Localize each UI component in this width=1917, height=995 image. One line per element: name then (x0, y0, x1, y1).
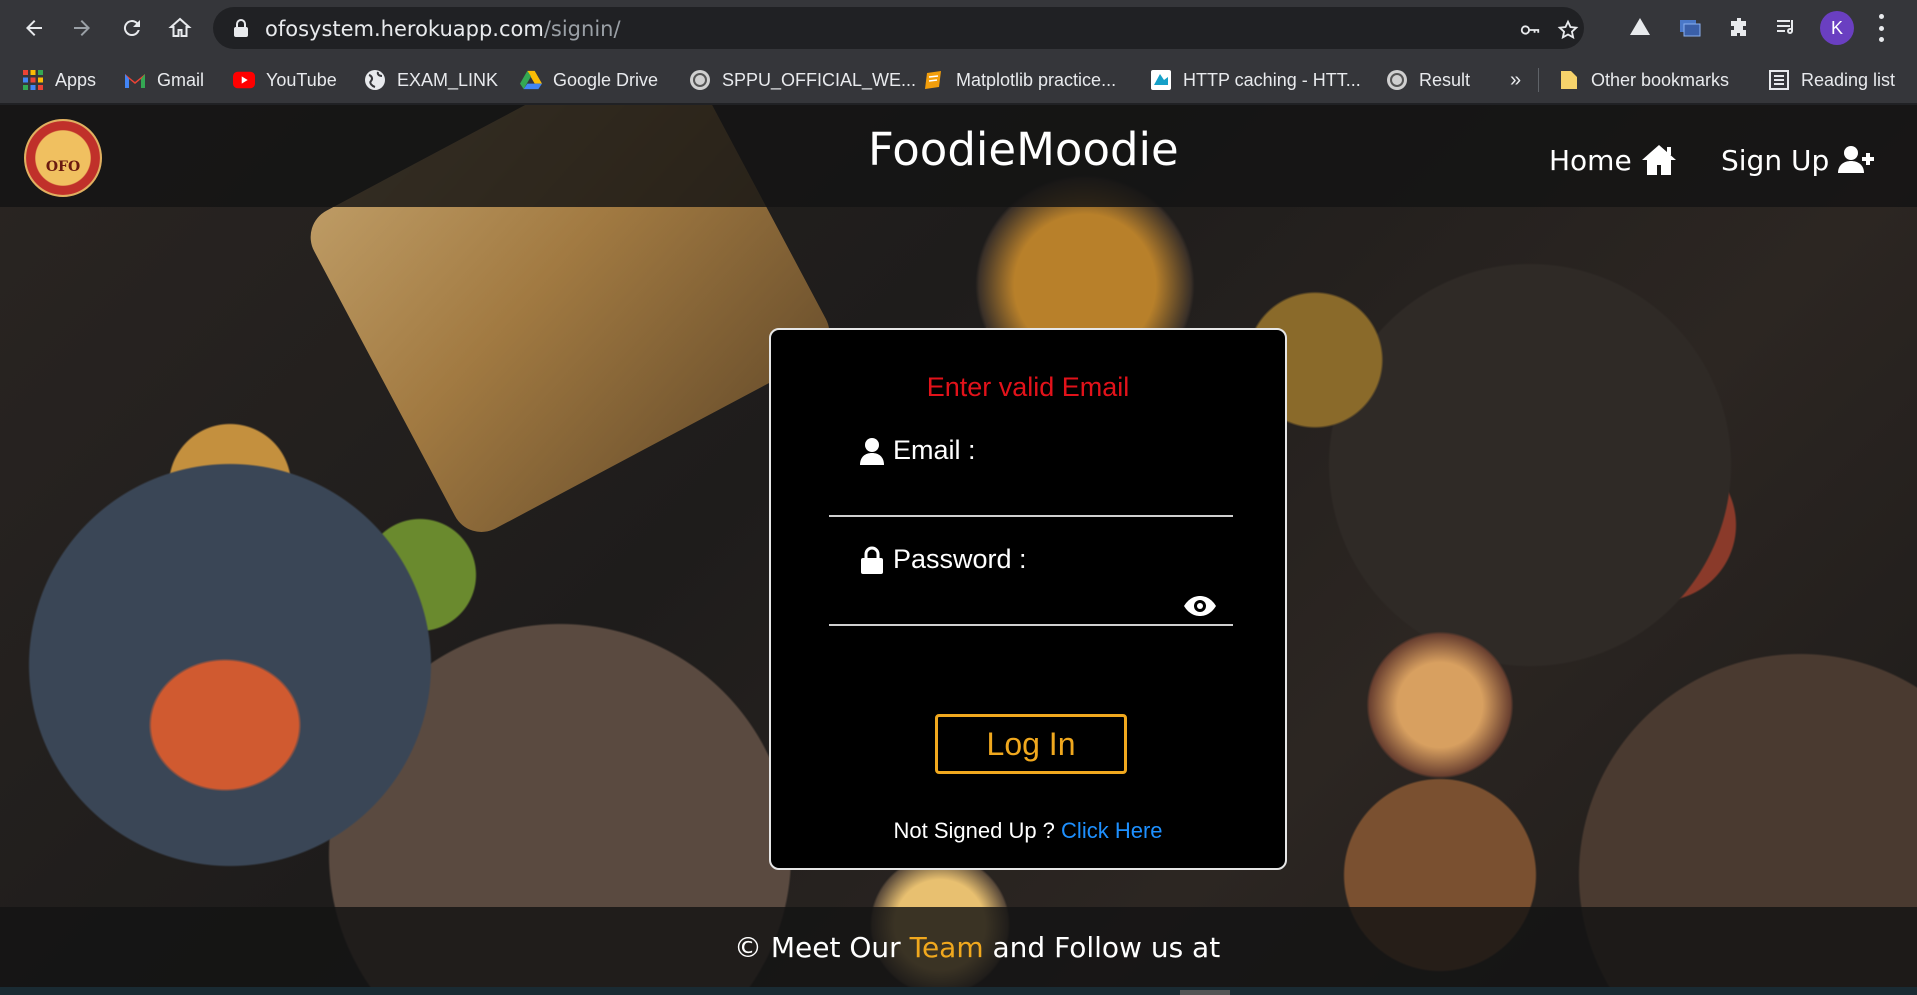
bookmark-label: Gmail (157, 69, 205, 90)
profile-avatar[interactable]: K (1820, 11, 1854, 45)
bookmark-label: Matplotlib practice... (956, 69, 1117, 90)
browser-toolbar: ofosystem.herokuapp.com/signin/ K (0, 0, 1917, 56)
media-queue-icon[interactable] (1772, 13, 1800, 41)
overflow-chevron-icon: » (1510, 68, 1522, 91)
bookmarks-overflow-button[interactable]: » (1510, 56, 1521, 104)
signup-click-here-link[interactable]: Click Here (1061, 818, 1162, 843)
bookmark-label: Reading list (1801, 69, 1896, 90)
bookmark-youtube[interactable]: YouTube (233, 56, 337, 104)
logo-text: OFO (45, 159, 81, 175)
key-icon[interactable] (1519, 19, 1541, 41)
bookmark-label: Google Drive (553, 69, 659, 90)
password-input[interactable] (829, 588, 1169, 624)
bookmark-label: EXAM_LINK (397, 69, 499, 90)
bookmark-other-folder[interactable]: Other bookmarks (1558, 56, 1729, 104)
bookmark-result[interactable]: Result (1386, 56, 1470, 104)
lock-icon (234, 19, 248, 37)
bookmark-sppu[interactable]: SPPU_OFFICIAL_WE... (689, 56, 916, 104)
password-label: Password : (859, 544, 1027, 575)
site-brand-title: FoodieMoodie (868, 123, 1179, 176)
youtube-icon (233, 69, 255, 91)
signup-prompt-text: Not Signed Up ? (893, 818, 1055, 843)
footer-prefix: © Meet Our (734, 931, 901, 964)
url-text: ofosystem.herokuapp.com/signin/ (265, 17, 621, 41)
bookmark-label: Other bookmarks (1591, 69, 1730, 90)
bookmark-exam-link[interactable]: EXAM_LINK (364, 56, 498, 104)
reload-icon (123, 20, 140, 37)
site-footer: © Meet Our Team and Follow us at (0, 907, 1917, 995)
google-drive-icon (520, 69, 542, 91)
password-underline (829, 624, 1233, 626)
site-logo[interactable]: OFO (24, 119, 102, 197)
bookmark-label: Result (1419, 69, 1471, 90)
background-drink (1340, 605, 1540, 805)
gmail-icon (124, 69, 146, 91)
footer-team-link[interactable]: Team (910, 931, 984, 964)
footer-suffix: and Follow us at (992, 931, 1221, 964)
email-input[interactable] (829, 478, 1233, 514)
notebook-icon (923, 69, 945, 91)
eye-icon[interactable] (1183, 595, 1217, 617)
bookmark-label: YouTube (266, 69, 337, 90)
reload-button[interactable] (114, 10, 150, 46)
house-icon (1641, 145, 1676, 175)
screen-extension-icon[interactable] (1676, 13, 1704, 41)
puzzle-extensions-icon[interactable] (1726, 13, 1754, 41)
site-navbar: OFO FoodieMoodie Home Sign Up (0, 105, 1917, 207)
back-arrow-icon (26, 20, 42, 36)
globe-icon (364, 69, 386, 91)
drive-extension-icon[interactable] (1626, 13, 1654, 41)
user-plus-icon (1838, 146, 1875, 173)
forward-arrow-icon (74, 20, 90, 36)
nav-signup-label: Sign Up (1721, 143, 1830, 177)
nav-signup-link[interactable]: Sign Up (1721, 143, 1875, 177)
bookmark-label: SPPU_OFFICIAL_WE... (722, 69, 917, 90)
apps-grid-icon (22, 69, 44, 91)
scrollbar-thumb[interactable] (1180, 990, 1230, 995)
lock-icon (861, 546, 883, 574)
bookmarks-divider (1538, 68, 1539, 92)
browser-menu-icon[interactable] (1876, 14, 1886, 42)
password-label-text: Password : (893, 544, 1027, 574)
background-tandoori (110, 625, 340, 825)
mdn-icon (1150, 69, 1172, 91)
site-icon (689, 69, 711, 91)
login-button[interactable]: Log In (935, 714, 1127, 774)
footer-text: © Meet Our Team and Follow us at (734, 931, 1220, 964)
folder-icon (1558, 69, 1580, 91)
forward-button[interactable] (64, 10, 100, 46)
bookmark-google-drive[interactable]: Google Drive (520, 56, 658, 104)
horizontal-scrollbar[interactable] (0, 987, 1917, 995)
email-label-text: Email : (893, 435, 976, 465)
signup-prompt: Not Signed Up ? Click Here (771, 818, 1285, 844)
bookmarks-bar: Apps Gmail YouTube EXAM_LINK Google Driv… (0, 56, 1917, 104)
nav-home-label: Home (1549, 143, 1632, 177)
bookmark-http-caching[interactable]: HTTP caching - HTT... (1150, 56, 1361, 104)
bookmark-gmail[interactable]: Gmail (124, 56, 204, 104)
home-button[interactable] (162, 10, 198, 46)
bookmark-label: HTTP caching - HTT... (1183, 69, 1361, 90)
reading-list-button[interactable]: Reading list (1768, 56, 1895, 104)
nav-home-link[interactable]: Home (1549, 143, 1678, 177)
site-icon (1386, 69, 1408, 91)
back-button[interactable] (16, 10, 52, 46)
bookmark-label: Apps (55, 69, 97, 90)
email-underline (829, 515, 1233, 517)
email-error-message: Enter valid Email (926, 372, 1130, 402)
bookmark-matplotlib[interactable]: Matplotlib practice... (923, 56, 1116, 104)
star-icon[interactable] (1557, 19, 1579, 41)
home-icon (168, 17, 192, 37)
reading-list-icon (1768, 69, 1790, 91)
login-form-card: Enter valid Email Email : Password : Log… (769, 328, 1287, 870)
user-icon (860, 437, 884, 465)
web-page: OFO FoodieMoodie Home Sign Up Enter vali… (0, 105, 1917, 995)
email-label: Email : (859, 435, 976, 466)
address-bar[interactable]: ofosystem.herokuapp.com/signin/ (213, 7, 1584, 49)
bookmark-apps[interactable]: Apps (22, 56, 96, 104)
